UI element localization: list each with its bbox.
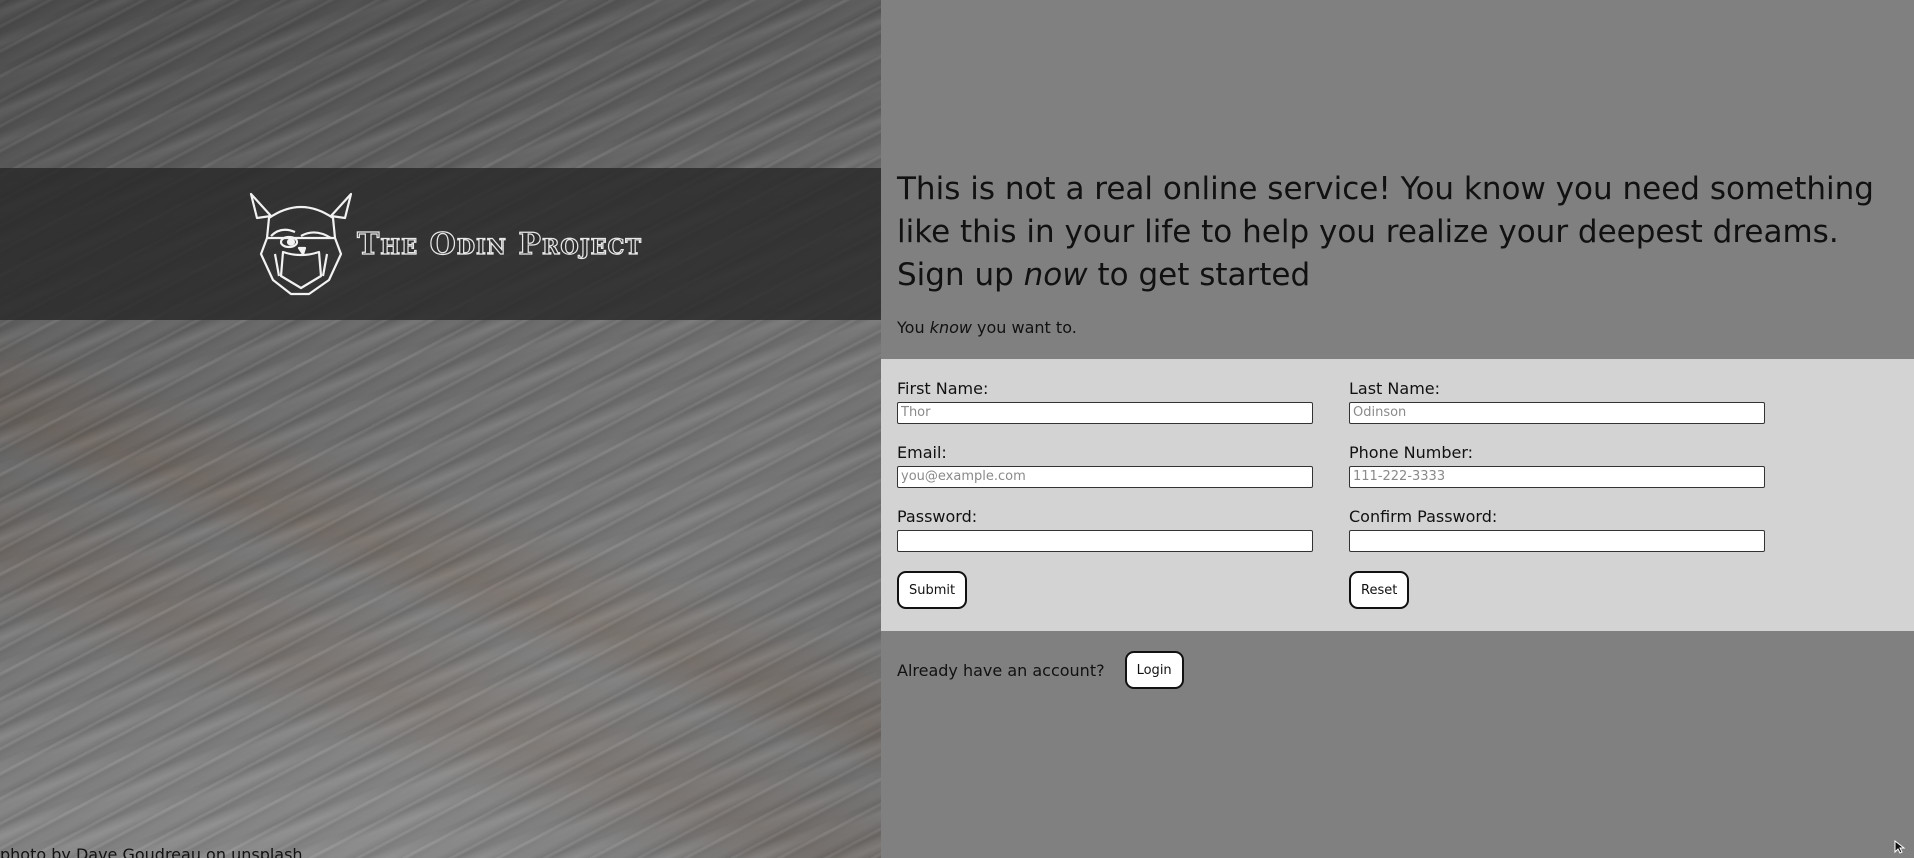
confirm-password-input[interactable] <box>1349 529 1765 552</box>
password-label: Password: <box>897 507 978 526</box>
last-name-label: Last Name: <box>1349 379 1441 398</box>
first-name-group: First Name: <box>897 379 1313 424</box>
phone-input[interactable] <box>1349 465 1765 488</box>
signup-panel: This is not a real online service! You k… <box>881 0 1914 858</box>
email-input[interactable] <box>897 465 1313 488</box>
submit-button[interactable]: Submit <box>897 571 968 609</box>
signup-form: First Name: Last Name: Email: Phone Numb… <box>881 359 1914 631</box>
reset-button[interactable]: Reset <box>1349 571 1410 609</box>
page-headline: This is not a real online service! You k… <box>897 168 1907 297</box>
subline-emphasis: know <box>929 318 972 337</box>
confirm-password-label: Confirm Password: <box>1349 507 1498 526</box>
phone-label: Phone Number: <box>1349 443 1474 462</box>
phone-group: Phone Number: <box>1349 443 1765 488</box>
cursor-icon <box>1894 840 1906 854</box>
odin-logo: The Odin Project <box>249 192 642 296</box>
headline-text-end: to get started <box>1087 257 1311 293</box>
password-group: Password: <box>897 507 1313 552</box>
subline-prefix: You <box>897 318 930 337</box>
account-prompt-text: Already have an account? <box>897 660 1105 680</box>
login-prompt: Already have an account? Login <box>897 651 1184 689</box>
hero-image-panel: The Odin Project photo by Dave Goudreau … <box>0 0 881 858</box>
headline-emphasis: now <box>1023 257 1088 293</box>
subline-suffix: you want to. <box>971 318 1077 337</box>
logo-band: The Odin Project <box>0 168 881 320</box>
logo-text: The Odin Project <box>356 226 642 262</box>
email-group: Email: <box>897 443 1313 488</box>
last-name-input[interactable] <box>1349 401 1765 424</box>
login-button[interactable]: Login <box>1124 651 1184 689</box>
confirm-password-group: Confirm Password: <box>1349 507 1765 552</box>
last-name-group: Last Name: <box>1349 379 1765 424</box>
email-label: Email: <box>897 443 947 462</box>
password-input[interactable] <box>897 529 1313 552</box>
photo-credit: photo by Dave Goudreau on unsplash <box>0 845 303 858</box>
first-name-label: First Name: <box>897 379 989 398</box>
first-name-input[interactable] <box>897 401 1313 424</box>
page-subline: You know you want to. <box>897 318 1077 337</box>
viking-helmet-icon <box>249 192 353 296</box>
